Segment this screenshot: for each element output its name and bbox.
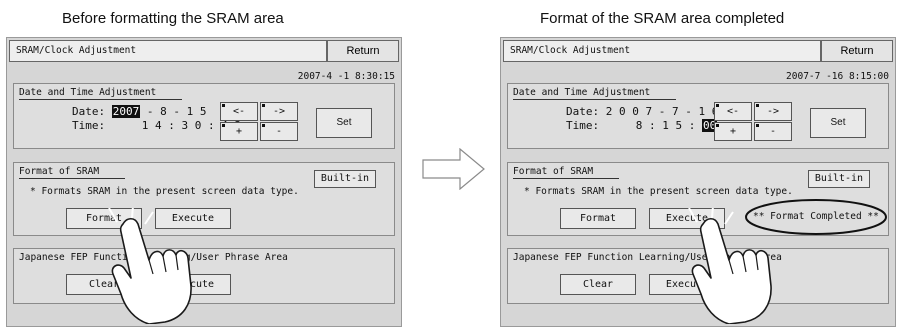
right-caption: Format of the SRAM area completed: [540, 10, 785, 27]
date-row: Date: 2 0 0 7 - 7 - 1 6: [566, 105, 718, 118]
time-label: Time:: [72, 119, 106, 132]
date-row: Date: 2007 - 8 - 1 5: [72, 105, 206, 118]
clock-readout: 2007-7 -16 8:15:00: [786, 71, 889, 82]
datetime-heading: Date and Time Adjustment: [513, 87, 677, 100]
increment-button[interactable]: +: [714, 122, 752, 141]
return-button[interactable]: Return: [821, 40, 893, 62]
format-button[interactable]: Format: [560, 208, 636, 229]
datetime-panel: Date and Time Adjustment Date: 2 0 0 7 -…: [507, 83, 889, 149]
datetime-heading: Date and Time Adjustment: [19, 87, 183, 100]
date-label: Date:: [72, 105, 106, 118]
format-heading: Format of SRAM: [19, 166, 126, 179]
time-label: Time:: [566, 119, 600, 132]
date-field[interactable]: - 8 - 1 5: [147, 105, 207, 118]
clock-readout: 2007-4 -1 8:30:15: [297, 71, 395, 82]
arrow-right-icon: [422, 148, 485, 190]
builtin-selector[interactable]: Built-in: [314, 170, 376, 188]
increment-button[interactable]: +: [220, 122, 258, 141]
fep-panel: Japanese FEP Function Learning/User Phra…: [13, 248, 395, 304]
cursor-left-button[interactable]: <-: [220, 102, 258, 121]
screen-title: SRAM/Clock Adjustment: [503, 40, 821, 62]
cursor-right-button[interactable]: ->: [754, 102, 792, 121]
decrement-button[interactable]: -: [754, 122, 792, 141]
format-heading: Format of SRAM: [513, 166, 620, 179]
left-screen: SRAM/Clock Adjustment Return 2007-4 -1 8…: [6, 37, 402, 327]
year-field[interactable]: 2007: [111, 105, 141, 118]
set-button[interactable]: Set: [316, 108, 372, 138]
cursor-right-button[interactable]: ->: [260, 102, 298, 121]
decrement-button[interactable]: -: [260, 122, 298, 141]
right-screen: SRAM/Clock Adjustment Return 2007-7 -16 …: [500, 37, 896, 327]
date-label: Date:: [566, 105, 600, 118]
builtin-selector[interactable]: Built-in: [808, 170, 870, 188]
pointing-hand-icon: [108, 208, 192, 324]
time-row: Time: 1 4 : 3 0 : 4 3: [72, 119, 241, 132]
fep-clear-button[interactable]: Clear: [560, 274, 636, 295]
cursor-left-button[interactable]: <-: [714, 102, 752, 121]
time-field[interactable]: 8 : 1 5 :: [636, 119, 696, 132]
date-field[interactable]: 2 0 0 7 - 7 - 1 6: [606, 105, 719, 118]
format-panel: Format of SRAM Built-in * Formats SRAM i…: [13, 162, 395, 236]
datetime-panel: Date and Time Adjustment Date: 2007 - 8 …: [13, 83, 395, 149]
screen-title: SRAM/Clock Adjustment: [9, 40, 327, 62]
return-button[interactable]: Return: [327, 40, 399, 62]
set-button[interactable]: Set: [810, 108, 866, 138]
time-row: Time: 8 : 1 5 : 00: [566, 119, 718, 132]
left-caption: Before formatting the SRAM area: [62, 10, 284, 27]
format-description: * Formats SRAM in the present screen dat…: [524, 186, 793, 197]
format-description: * Formats SRAM in the present screen dat…: [30, 186, 299, 197]
pointing-hand-icon: [688, 208, 772, 324]
